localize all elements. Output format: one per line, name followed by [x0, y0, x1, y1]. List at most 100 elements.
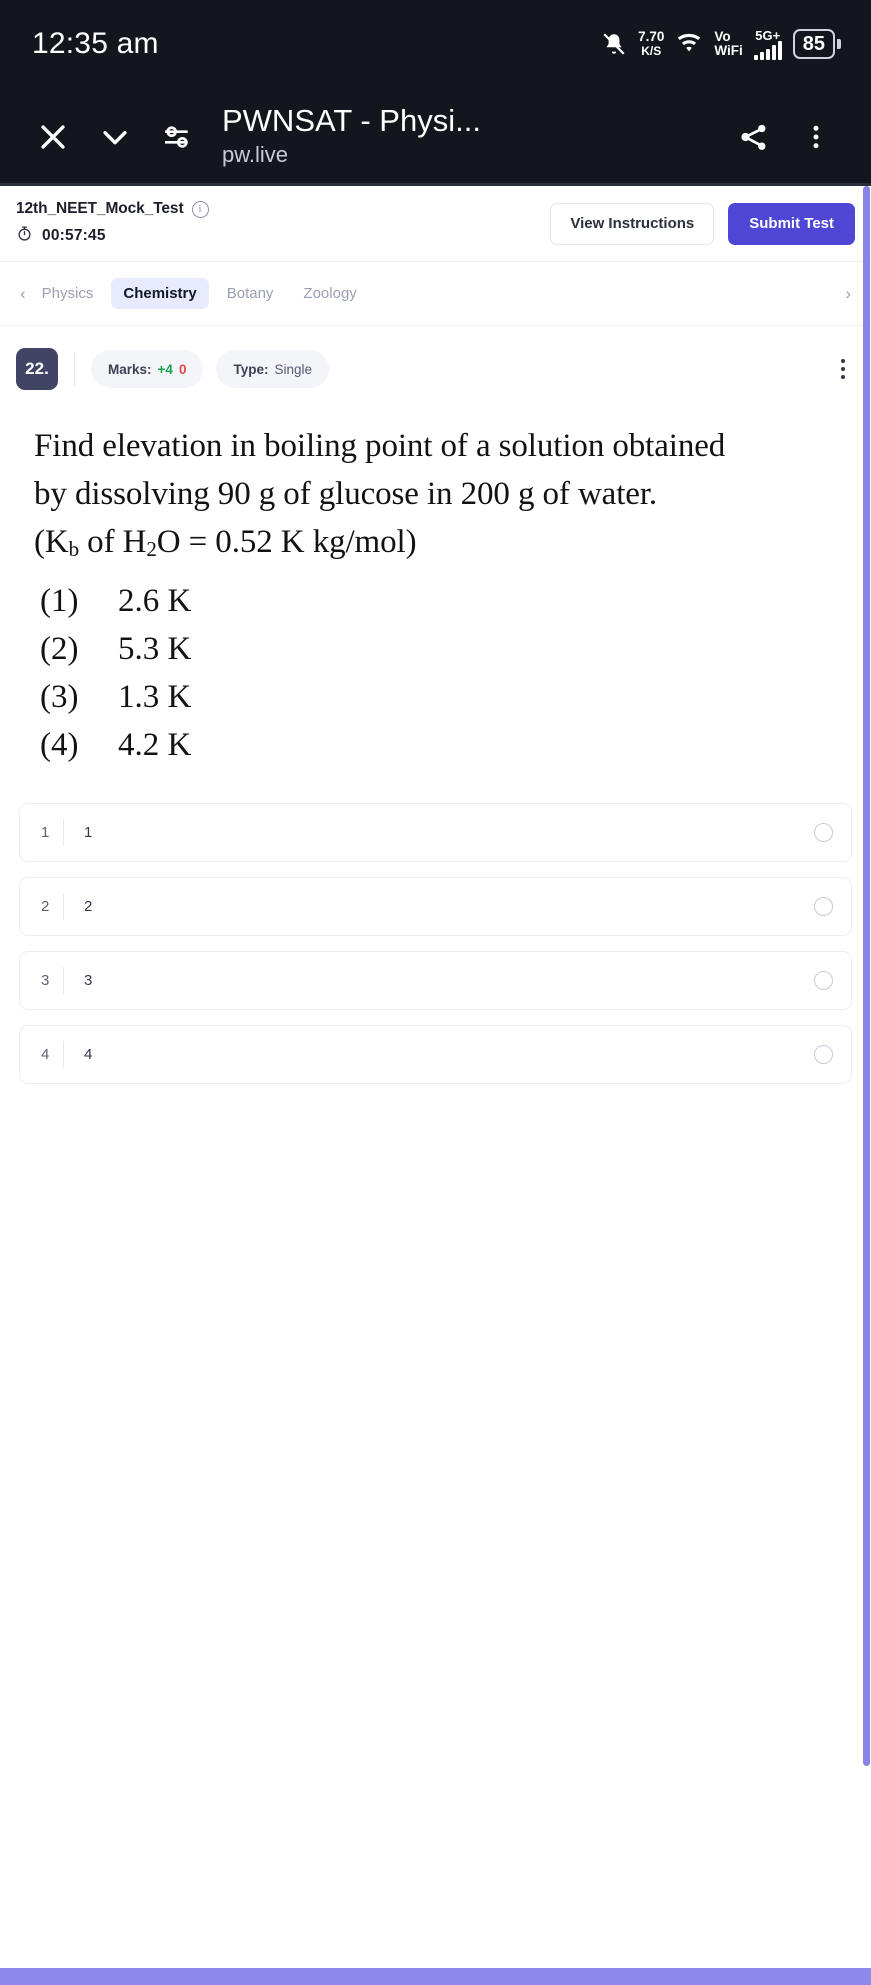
answer-radio-1[interactable] — [814, 823, 833, 842]
network-type-label: 5G+ — [755, 27, 781, 43]
submit-test-button[interactable]: Submit Test — [728, 202, 855, 245]
vowifi-line-1: Vo — [714, 29, 731, 44]
tab-chemistry[interactable]: Chemistry — [111, 278, 209, 309]
tune-sliders-icon[interactable] — [146, 106, 208, 168]
option-index-2: (2) — [40, 631, 79, 667]
chevron-right-icon[interactable]: › — [841, 284, 855, 304]
net-speed-unit: K/S — [641, 44, 662, 58]
answer-row-3[interactable]: 3 3 — [19, 951, 852, 1010]
tab-botany[interactable]: Botany — [215, 278, 286, 309]
question-number-badge: 22. — [16, 348, 58, 390]
tab-zoology[interactable]: Zoology — [291, 278, 368, 309]
answer-row-1[interactable]: 1 1 — [19, 803, 852, 862]
option-text-2: 5.3 K — [118, 631, 192, 667]
scrollbar-thumb[interactable] — [863, 186, 870, 1766]
question-text-line-2: by dissolving 90 g of glucose in 200 g o… — [34, 476, 658, 512]
status-clock: 12:35 am — [32, 27, 159, 60]
volte-wifi-indicator: Vo WiFi — [714, 30, 742, 58]
status-icons-group: 7.70 K/S Vo WiFi 5G+ 85 — [601, 29, 841, 60]
answer-index-2: 2 — [41, 898, 50, 915]
page-scrollbar[interactable] — [862, 186, 871, 1968]
formula-tail: O = 0.52 K kg/mol) — [156, 524, 417, 560]
question-option-2: (2) 5.3 K — [40, 625, 845, 673]
android-status-bar: 12:35 am 7.70 K/S Vo WiFi 5G+ 85 — [0, 0, 871, 88]
info-icon[interactable]: i — [191, 200, 209, 218]
question-formula-line: (Kb of H2O = 0.52 K kg/mol) — [34, 518, 845, 573]
page-url: pw.live — [222, 142, 289, 167]
more-vertical-icon[interactable] — [785, 106, 847, 168]
option-text-4: 4.2 K — [118, 727, 192, 763]
subject-tabs-list: Physics Chemistry Botany Zoology — [30, 278, 842, 309]
marks-chip: Marks: +4 0 — [91, 350, 204, 388]
answer-radio-4[interactable] — [814, 1045, 833, 1064]
answer-row-2[interactable]: 2 2 — [19, 877, 852, 936]
test-name-row: 12th_NEET_Mock_Test i — [16, 200, 209, 218]
test-header: 12th_NEET_Mock_Test i 00:57:45 View Inst… — [0, 186, 871, 262]
test-info-group: 12th_NEET_Mock_Test i 00:57:45 — [16, 200, 209, 247]
question-menu-button[interactable] — [831, 353, 855, 385]
answer-divider-1 — [63, 819, 64, 846]
battery-icon: 85 — [792, 29, 841, 59]
net-speed-value: 7.70 — [638, 29, 665, 44]
question-option-3: (3) 1.3 K — [40, 673, 845, 721]
wifi-icon — [675, 31, 703, 58]
answer-divider-4 — [63, 1041, 64, 1068]
meta-divider — [74, 352, 75, 386]
stopwatch-icon — [16, 225, 33, 247]
formula-sub-2: 2 — [146, 537, 157, 561]
type-chip: Type: Single — [216, 350, 329, 388]
option-text-3: 1.3 K — [118, 679, 192, 715]
chevron-down-icon[interactable] — [84, 106, 146, 168]
formula-prefix: (K — [34, 524, 69, 560]
type-label: Type: — [233, 361, 269, 377]
answer-label-4: 4 — [84, 1046, 93, 1063]
answer-radio-2[interactable] — [814, 897, 833, 916]
question-options-list: (1) 2.6 K (2) 5.3 K (3) 1.3 K (4) 4.2 K — [34, 577, 845, 769]
bell-muted-icon — [601, 30, 627, 58]
test-timer-row: 00:57:45 — [16, 225, 209, 247]
browser-toolbar: PWNSAT - Physi... pw.live — [0, 88, 871, 185]
option-index-4: (4) — [40, 727, 79, 763]
network-speed-indicator: 7.70 K/S — [638, 29, 665, 59]
subject-tabs-bar: ‹ Physics Chemistry Botany Zoology › — [0, 262, 871, 326]
phone-screen: 12:35 am 7.70 K/S Vo WiFi 5G+ 85 PWNSAT … — [0, 0, 871, 1985]
browser-title-block[interactable]: PWNSAT - Physi... pw.live — [208, 103, 723, 170]
battery-level: 85 — [792, 29, 835, 59]
answer-index-1: 1 — [41, 824, 50, 841]
marks-negative: 0 — [178, 361, 187, 377]
share-icon[interactable] — [723, 106, 785, 168]
question-option-1: (1) 2.6 K — [40, 577, 845, 625]
chevron-left-icon[interactable]: ‹ — [16, 284, 30, 304]
battery-cap — [837, 39, 841, 49]
close-icon[interactable] — [22, 106, 84, 168]
question-body: Find elevation in boiling point of a sol… — [0, 410, 871, 769]
formula-sub-b: b — [68, 537, 80, 561]
option-index-3: (3) — [40, 679, 79, 715]
answer-options-list: 1 1 2 2 3 3 4 4 — [0, 803, 871, 1084]
answer-label-3: 3 — [84, 972, 93, 989]
page-title: PWNSAT - Physi... — [222, 103, 481, 138]
countdown-timer: 00:57:45 — [42, 227, 106, 244]
test-name: 12th_NEET_Mock_Test — [16, 200, 184, 217]
question-option-4: (4) 4.2 K — [40, 721, 845, 769]
answer-row-4[interactable]: 4 4 — [19, 1025, 852, 1084]
test-page-content: 12th_NEET_Mock_Test i 00:57:45 View Inst… — [0, 186, 871, 1968]
type-value: Single — [274, 361, 312, 377]
test-actions: View Instructions Submit Test — [550, 202, 855, 245]
tab-physics[interactable]: Physics — [30, 278, 106, 309]
answer-label-2: 2 — [84, 898, 93, 915]
answer-divider-3 — [63, 967, 64, 994]
view-instructions-button[interactable]: View Instructions — [550, 202, 715, 245]
answer-index-3: 3 — [41, 972, 50, 989]
vowifi-line-2: WiFi — [714, 43, 743, 58]
bottom-navigation-bar — [0, 1968, 871, 1985]
option-text-1: 2.6 K — [118, 583, 192, 619]
question-text-line-1: Find elevation in boiling point of a sol… — [34, 428, 726, 464]
answer-radio-3[interactable] — [814, 971, 833, 990]
question-meta-row: 22. Marks: +4 0 Type: Single — [0, 326, 871, 410]
formula-mid: of H — [79, 524, 147, 560]
option-index-1: (1) — [40, 583, 79, 619]
answer-index-4: 4 — [41, 1046, 50, 1063]
marks-label: Marks: — [108, 361, 152, 377]
answer-label-1: 1 — [84, 824, 93, 841]
